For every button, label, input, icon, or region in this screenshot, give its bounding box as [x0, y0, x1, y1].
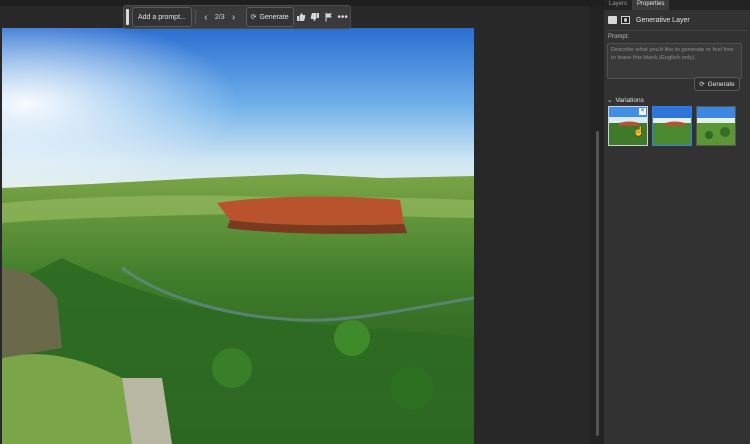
properties-panel: Layers Properties Generative Layer Promp…	[604, 0, 750, 444]
contextual-task-bar: Add a prompt... ‹ 2/3 › ⟳ Generate •••	[123, 5, 351, 29]
variation-thumbnail-1[interactable]: × ☝	[608, 106, 648, 146]
prompt-label: Prompt:	[608, 34, 630, 40]
panel-divider	[590, 6, 604, 444]
drag-handle[interactable]	[126, 9, 129, 25]
close-icon[interactable]: ×	[639, 108, 646, 115]
pointer-cursor-icon: ☝	[633, 126, 645, 136]
tab-layers[interactable]: Layers	[604, 0, 632, 10]
thumbs-down-icon[interactable]	[308, 8, 322, 26]
chevron-down-icon: ⌄	[607, 97, 613, 104]
variation-thumbnail-3[interactable]	[696, 106, 736, 146]
thumbs-up-icon[interactable]	[294, 8, 308, 26]
refresh-icon: ⟳	[699, 81, 705, 88]
variations-grid: × ☝	[608, 106, 736, 146]
panel-generate-button[interactable]: ⟳ Generate	[694, 77, 740, 91]
chevron-left-icon[interactable]: ‹	[199, 8, 213, 26]
prompt-input[interactable]: Describe what you'd like to generate or …	[607, 43, 742, 79]
flag-icon[interactable]	[322, 8, 336, 26]
variations-header[interactable]: ⌄ Variations	[607, 96, 644, 105]
scrollbar-thumb[interactable]	[596, 131, 599, 436]
divider	[607, 30, 747, 31]
variation-thumbnail-2[interactable]	[652, 106, 692, 146]
taskbar-generate-button[interactable]: ⟳ Generate	[245, 7, 294, 27]
generate-label: Generate	[259, 13, 289, 21]
generate-label: Generate	[707, 80, 735, 88]
chevron-right-icon[interactable]: ›	[227, 8, 241, 26]
generated-image[interactable]	[2, 28, 474, 444]
more-icon[interactable]: •••	[336, 8, 350, 26]
add-prompt-button[interactable]: Add a prompt...	[132, 7, 192, 27]
separator	[194, 10, 196, 24]
layer-title: Generative Layer	[636, 16, 690, 24]
tab-properties[interactable]: Properties	[632, 0, 670, 10]
generative-layer-icon	[608, 16, 617, 24]
layer-header: Generative Layer	[604, 12, 750, 28]
variations-label: Variations	[615, 96, 644, 104]
layer-mask-icon	[621, 16, 630, 24]
refresh-icon: ⟳	[250, 14, 257, 21]
panel-tabs: Layers Properties	[604, 0, 750, 10]
variation-counter: 2/3	[214, 13, 225, 21]
